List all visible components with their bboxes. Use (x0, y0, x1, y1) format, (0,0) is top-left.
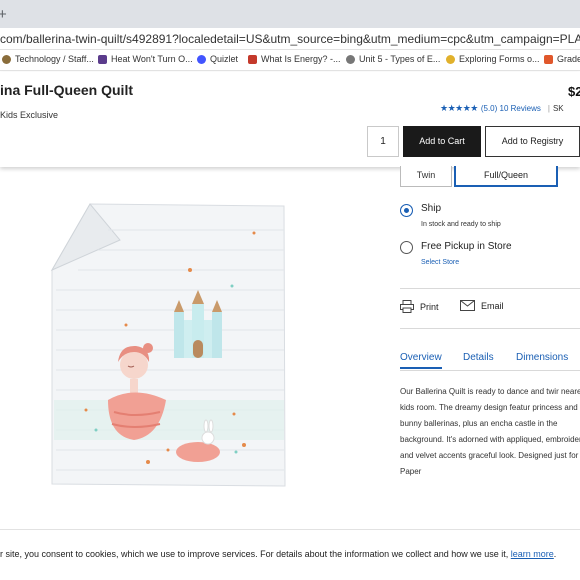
bookmark-exploring[interactable]: Exploring Forms o... (446, 54, 540, 64)
email-label: Email (481, 300, 504, 311)
rating-separator: | (547, 104, 550, 113)
add-to-cart-button[interactable]: Add to Cart (403, 126, 481, 157)
browser-tab-strip: + (0, 0, 580, 28)
email-icon (460, 300, 475, 311)
tabs-divider (400, 370, 580, 371)
pickup-radio[interactable] (400, 241, 413, 254)
bookmark-label: What Is Energy? -... (261, 54, 341, 64)
sku-label: SK (552, 104, 564, 113)
tab-dimensions[interactable]: Dimensions (516, 352, 568, 363)
divider (400, 328, 580, 329)
ship-availability: In stock and ready to ship (421, 221, 501, 228)
quantity-input[interactable]: 1 (367, 126, 399, 157)
cookie-banner: r site, you consent to cookies, which we… (0, 529, 580, 580)
exploring-icon (446, 54, 455, 64)
product-price: $2 (568, 84, 580, 99)
energy-icon (248, 54, 257, 64)
bookmark-technology[interactable]: Technology / Staff... (2, 54, 94, 64)
print-icon (400, 300, 414, 313)
bookmark-label: Heat Won't Turn O... (111, 54, 193, 64)
grade-icon (544, 54, 553, 64)
address-bar[interactable]: com/ballerina-twin-quilt/s492891?localed… (0, 28, 580, 50)
rating-stars-icon: ★★★★★ (440, 103, 478, 113)
bookmark-label: Grade (557, 54, 580, 64)
learn-more-link[interactable]: learn more (511, 549, 554, 559)
size-option-twin[interactable]: Twin (400, 166, 452, 187)
bookmark-label: Exploring Forms o... (459, 54, 540, 64)
cookie-message: r site, you consent to cookies, which we… (0, 549, 511, 559)
technology-icon (2, 54, 11, 64)
cookie-period: . (553, 549, 557, 559)
bookmark-label: Quizlet (210, 54, 239, 64)
divider (400, 288, 580, 289)
bookmark-label: Unit 5 - Types of E... (359, 54, 441, 64)
select-store-link[interactable]: Select Store (421, 259, 459, 266)
pickup-title: Free Pickup in Store (421, 241, 512, 252)
ship-radio[interactable] (400, 204, 413, 217)
email-button[interactable]: Email (460, 300, 504, 311)
product-description: Our Ballerina Quilt is ready to dance an… (400, 387, 580, 476)
bookmark-quizlet[interactable]: Quizlet (197, 54, 238, 64)
reviews-link[interactable]: (5.0) 10 Reviews (481, 104, 541, 113)
bookmark-label: Technology / Staff... (15, 54, 94, 64)
exclusive-badge: Kids Exclusive (0, 110, 59, 120)
quizlet-icon (197, 54, 206, 64)
ship-title: Ship (421, 203, 442, 214)
size-option-full-queen[interactable]: Full/Queen (454, 166, 558, 187)
sticky-product-header: ina Full-Queen Quilt Kids Exclusive $2 ★… (0, 72, 580, 167)
bookmarks-bar: Technology / Staff... Heat Won't Turn O.… (0, 51, 580, 71)
heat-icon (98, 54, 107, 64)
print-label: Print (420, 301, 439, 312)
rating-summary: ★★★★★ (5.0) 10 Reviews | SK (440, 103, 564, 114)
unit5-icon (346, 54, 355, 64)
bookmark-energy[interactable]: What Is Energy? -... (248, 54, 341, 64)
bookmark-unit5[interactable]: Unit 5 - Types of E... (346, 54, 440, 64)
cookie-text: r site, you consent to cookies, which we… (0, 549, 556, 559)
bookmark-grade[interactable]: Grade (544, 54, 580, 64)
product-title: ina Full-Queen Quilt (0, 82, 133, 98)
add-to-registry-button[interactable]: Add to Registry (485, 126, 580, 157)
tab-details[interactable]: Details (463, 352, 494, 363)
print-button[interactable]: Print (400, 300, 439, 313)
address-bar-url: com/ballerina-twin-quilt/s492891?localed… (0, 32, 580, 46)
product-image[interactable] (48, 200, 288, 490)
tab-overview[interactable]: Overview (400, 352, 442, 369)
new-tab-button[interactable]: + (0, 6, 7, 23)
bookmark-heat[interactable]: Heat Won't Turn O... (98, 54, 193, 64)
